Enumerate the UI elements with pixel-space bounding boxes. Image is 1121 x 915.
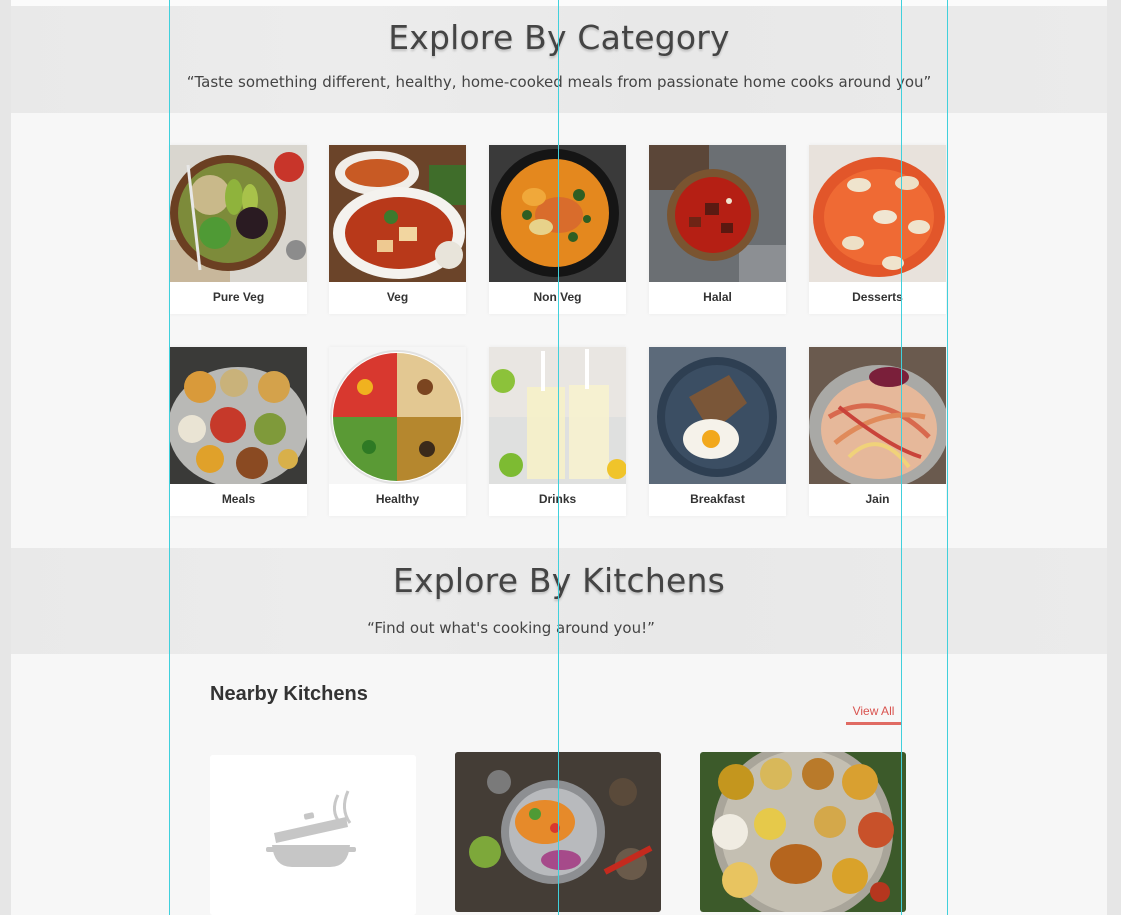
paneer-curry-image	[329, 145, 466, 282]
noodles-image	[809, 347, 946, 484]
layout-guide-line	[169, 0, 170, 915]
layout-guide-line	[947, 0, 948, 915]
category-section-title: Explore By Category	[388, 18, 730, 57]
category-card-breakfast[interactable]: Breakfast	[649, 347, 786, 516]
kitchens-section-subtitle: “Find out what's cooking around you!”	[367, 619, 655, 637]
page: Explore By Category “Taste something dif…	[11, 0, 1107, 915]
category-label: Meals	[221, 492, 256, 506]
category-label: Healthy	[375, 492, 420, 506]
kitchens-banner: Explore By Kitchens “Find out what's coo…	[11, 548, 1107, 654]
halwa-image	[809, 145, 946, 282]
nearby-kitchens-title: Nearby Kitchens	[210, 683, 368, 705]
category-card-meals[interactable]: Meals	[170, 347, 307, 516]
category-card-jain[interactable]: Jain	[809, 347, 946, 516]
thali-platter-image	[700, 752, 906, 912]
thali-image	[170, 347, 307, 484]
category-label: Pure Veg	[212, 290, 265, 304]
category-label: Desserts	[852, 290, 903, 304]
category-card-halal[interactable]: Halal	[649, 145, 786, 314]
salad-bowl-image	[170, 145, 307, 282]
kitchen-card[interactable]	[700, 752, 906, 912]
category-banner: Explore By Category “Taste something dif…	[11, 6, 1107, 113]
category-card-healthy[interactable]: Healthy	[329, 347, 466, 516]
category-label: Breakfast	[690, 492, 745, 506]
category-card-pure-veg[interactable]: Pure Veg	[170, 145, 307, 314]
kitchen-card[interactable]	[210, 755, 416, 915]
category-section-subtitle: “Taste something different, healthy, hom…	[186, 73, 932, 91]
view-all-link[interactable]: View All	[846, 704, 901, 725]
category-card-desserts[interactable]: Desserts	[809, 145, 946, 314]
kitchens-section-title: Explore By Kitchens	[393, 561, 725, 600]
egg-toast-image	[649, 347, 786, 484]
category-label: Veg	[386, 290, 409, 304]
category-label: Jain	[865, 492, 890, 506]
layout-guide-line	[901, 0, 902, 915]
layout-guide-line	[558, 0, 559, 915]
cooking-pot-placeholder-icon	[210, 755, 416, 915]
category-label: Halal	[703, 290, 732, 304]
healthy-plate-image	[329, 347, 466, 484]
mutton-curry-image	[649, 145, 786, 282]
category-card-veg[interactable]: Veg	[329, 145, 466, 314]
